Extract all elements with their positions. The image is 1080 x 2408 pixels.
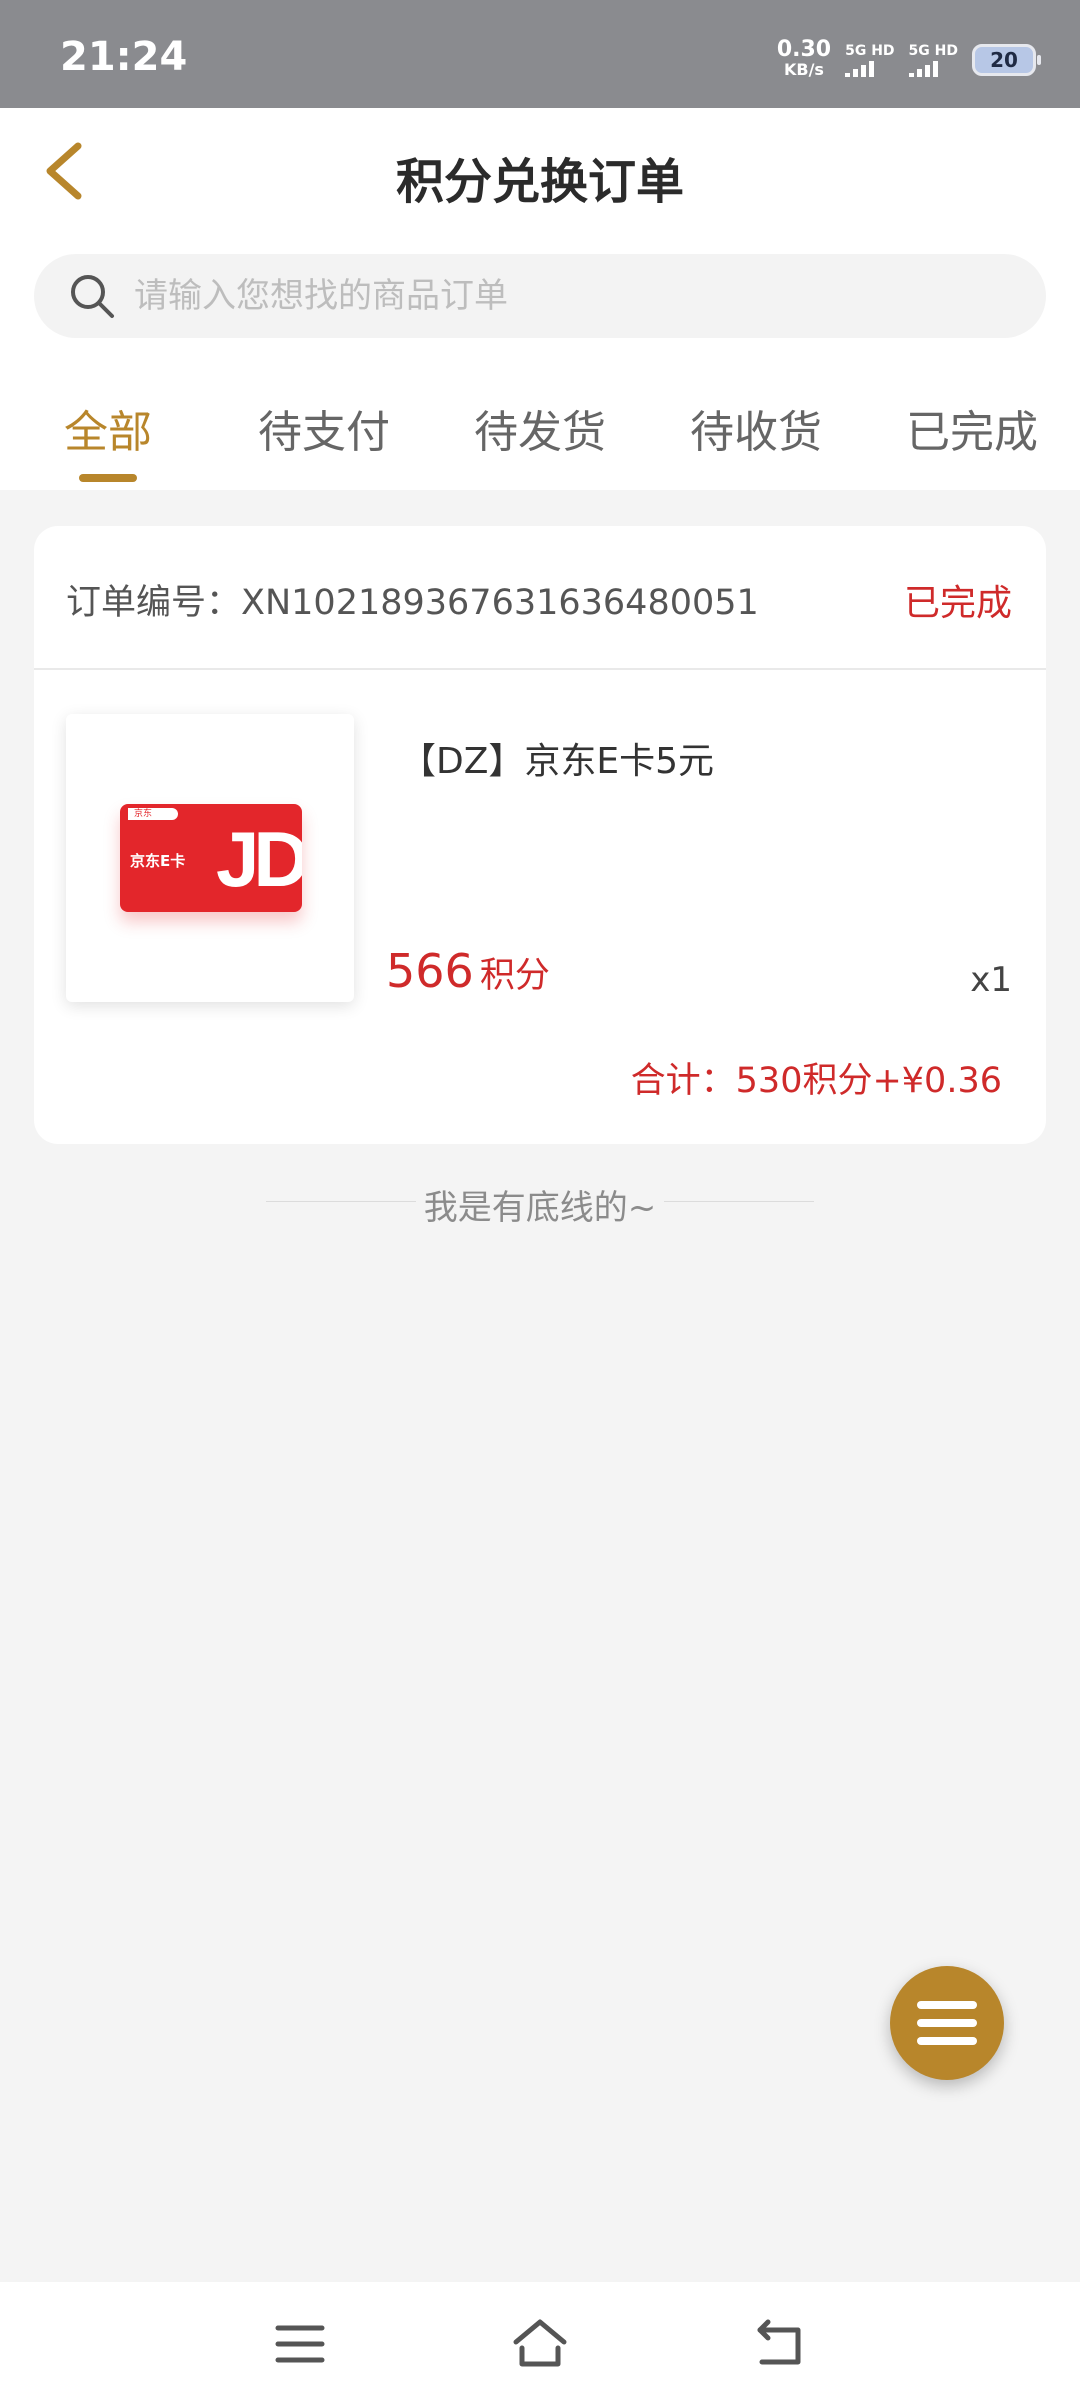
status-bar: 21:24 0.30 KB/s 5G HD 5G HD 20 — [0, 0, 1080, 108]
order-header: 订单编号：XN102189367631636480051 已完成 — [34, 526, 1046, 670]
nav-home-button[interactable] — [510, 2314, 570, 2374]
search-icon — [71, 275, 114, 318]
price-number: 566 — [386, 944, 474, 998]
search-input[interactable] — [132, 275, 936, 317]
end-of-list-text: 我是有底线的~ — [423, 1188, 657, 1228]
battery-level: 20 — [990, 48, 1018, 72]
network-speed: 0.30 KB/s — [776, 37, 832, 80]
network-speed-unit: KB/s — [783, 60, 824, 79]
end-of-list: 我是有底线的~ — [266, 1178, 814, 1228]
divider-right — [664, 1201, 814, 1202]
battery-icon: 20 — [972, 44, 1041, 76]
tab-all-label: 全部 — [64, 407, 152, 458]
jd-card-label: 京东E卡 — [130, 852, 186, 870]
jd-ecard-image: 京东 京东E卡 JD — [120, 804, 302, 912]
menu-icon — [275, 2325, 325, 2363]
active-tab-indicator — [79, 474, 137, 482]
jd-logo: JD — [216, 815, 302, 903]
status-indicators: 0.30 KB/s 5G HD 5G HD 20 — [776, 37, 1041, 82]
jd-card-tag: 京东 — [128, 808, 178, 820]
tab-pending-shipment[interactable]: 待发货 — [460, 396, 620, 460]
tab-pending-payment[interactable]: 待支付 — [244, 396, 404, 460]
page-header: 积分兑换订单 — [0, 108, 1080, 235]
status-time: 21:24 — [60, 34, 188, 80]
sim1-label: 5G HD — [845, 43, 895, 59]
nav-back-button[interactable] — [750, 2314, 810, 2374]
product-quantity: x1 — [970, 960, 1012, 1000]
search-bar[interactable] — [34, 254, 1046, 338]
order-tabs: 全部 待支付 待发货 待收货 已完成 — [0, 350, 1080, 490]
menu-icon-bar — [917, 2037, 977, 2045]
floating-menu-button[interactable] — [890, 1966, 1004, 2080]
search-area — [0, 234, 1080, 350]
tab-pending-receipt-label: 待收货 — [690, 407, 822, 458]
tab-pending-payment-label: 待支付 — [258, 407, 390, 458]
product-price: 566 积分 — [386, 944, 550, 998]
system-nav-bar — [0, 2282, 1080, 2408]
tab-completed[interactable]: 已完成 — [892, 396, 1052, 460]
price-unit: 积分 — [479, 956, 550, 996]
menu-icon — [917, 2001, 977, 2009]
nav-menu-button[interactable] — [270, 2314, 330, 2374]
sim2-label: 5G HD — [908, 43, 958, 59]
tab-pending-shipment-label: 待发货 — [474, 407, 606, 458]
menu-icon-bar — [917, 2019, 977, 2027]
network-speed-value: 0.30 — [776, 37, 832, 62]
tab-all[interactable]: 全部 — [28, 396, 188, 482]
order-card[interactable]: 订单编号：XN102189367631636480051 已完成 京东 京东E卡… — [34, 526, 1046, 1144]
tab-pending-receipt[interactable]: 待收货 — [676, 396, 836, 460]
page-title: 积分兑换订单 — [395, 154, 684, 210]
tab-completed-label: 已完成 — [906, 407, 1038, 458]
signal-sim1-icon: 5G HD — [845, 43, 895, 77]
back-icon — [757, 2319, 801, 2365]
home-icon — [513, 2319, 567, 2367]
order-number: 订单编号：XN102189367631636480051 — [66, 583, 759, 623]
product-name[interactable]: 【DZ】京东E卡5元 — [400, 732, 714, 784]
signal-sim2-icon: 5G HD — [908, 43, 958, 77]
order-total: 合计：530积分+¥0.36 — [630, 1061, 1002, 1101]
product-image[interactable]: 京东 京东E卡 JD — [66, 714, 354, 1002]
order-status: 已完成 — [903, 583, 1012, 624]
